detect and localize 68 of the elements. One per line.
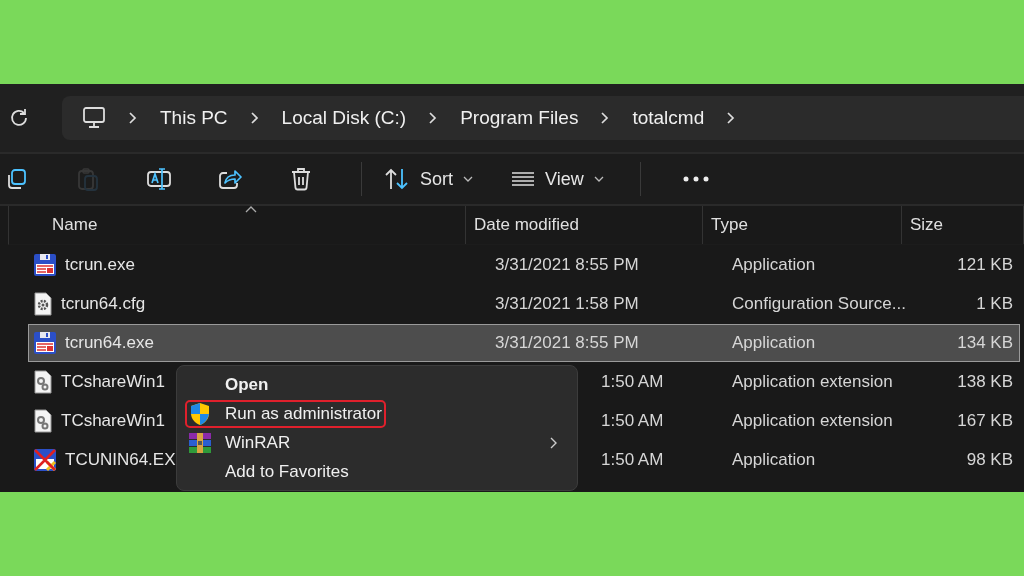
chevron-right-icon <box>600 111 611 125</box>
column-header[interactable]: Size <box>902 206 1024 244</box>
delete-icon <box>290 167 312 191</box>
breadcrumb-item[interactable]: This PC <box>160 107 228 129</box>
date-cell-text: 3/31/2021 8:55 PM <box>494 333 640 353</box>
crossed-floppy-icon <box>33 448 57 472</box>
file-name[interactable]: tcrun.exe <box>65 255 135 275</box>
type-cell-text: Configuration Source... <box>731 294 907 314</box>
paste-icon <box>77 167 99 191</box>
date-cell-text: 3/31/2021 1:58 PM <box>494 294 640 314</box>
sort-caret-icon <box>245 206 257 213</box>
books-stack-icon <box>188 431 212 454</box>
type-cell-text: Application <box>731 333 817 353</box>
refresh-icon[interactable] <box>8 107 30 129</box>
date-cell-text: 1:50 AM <box>600 450 665 470</box>
address-bar[interactable]: This PC Local Disk (C:) Program Files totalcmd <box>62 96 1024 140</box>
type-cell-text: Application extension <box>731 372 894 392</box>
breadcrumb-item[interactable]: Program Files <box>460 107 579 129</box>
size-cell-text: 134 KB <box>956 333 1014 353</box>
menu-item[interactable]: WinRAR <box>185 428 569 457</box>
date-cell-text: 1:50 AM <box>600 411 665 431</box>
file-name[interactable]: tcrun64.exe <box>65 333 154 353</box>
file-name[interactable]: TCUNIN64.EX <box>65 450 176 470</box>
copy-icon <box>6 168 28 190</box>
rename-icon <box>146 167 172 191</box>
menu-label: Add to Favorites <box>225 461 349 482</box>
chevron-right-icon <box>128 111 138 125</box>
chevron-right-icon <box>726 111 737 125</box>
settings-file-icon <box>33 292 53 316</box>
menu-item[interactable]: Run as administrator <box>185 399 569 428</box>
gears-file-icon <box>33 370 53 394</box>
menu-label: Run as administrator <box>225 403 382 424</box>
chevron-down-icon <box>593 176 604 182</box>
size-cell-text: 98 KB <box>965 450 1014 470</box>
file-name[interactable]: TCshareWin1 <box>61 411 165 431</box>
gears-file-icon <box>33 409 53 433</box>
column-header[interactable]: Name <box>9 206 466 244</box>
computer-icon <box>82 107 106 129</box>
sort-button[interactable]: Sort <box>372 162 485 196</box>
size-cell-text: 121 KB <box>956 255 1014 275</box>
menu-label: Open <box>225 374 269 395</box>
share-icon <box>218 168 242 190</box>
menu-item[interactable]: Open <box>185 370 569 399</box>
type-cell-text: Application <box>731 450 817 470</box>
type-cell-text: Application extension <box>731 411 894 431</box>
column-header[interactable]: Type <box>703 206 902 244</box>
size-cell-text: 138 KB <box>956 372 1014 392</box>
column-header[interactable]: Date modified <box>466 206 703 244</box>
file-name[interactable]: tcrun64.cfg <box>61 294 146 314</box>
more-icon <box>682 176 709 182</box>
type-cell-text: Application <box>731 255 817 275</box>
chevron-right-icon <box>428 111 439 125</box>
date-cell-text: 3/31/2021 8:55 PM <box>494 255 640 275</box>
file-name[interactable]: TCshareWin1 <box>61 372 165 392</box>
sort-icon <box>384 168 410 190</box>
size-cell-text: 1 KB <box>975 294 1014 314</box>
size-cell-text: 167 KB <box>956 411 1014 431</box>
date-cell-text: 1:50 AM <box>600 372 665 392</box>
breadcrumb-item[interactable]: Local Disk (C:) <box>281 107 407 129</box>
list-view-icon <box>511 171 535 187</box>
menu-item[interactable]: Add to Favorites <box>185 457 569 486</box>
selected-row[interactable]: tcrun64.exe 3/31/2021 8:55 PM Application 134 KB <box>28 324 1020 362</box>
chevron-right-icon <box>249 111 260 125</box>
shield-icon <box>188 401 212 426</box>
breadcrumb-item[interactable]: totalcmd <box>632 107 705 129</box>
menu-label: WinRAR <box>225 432 291 453</box>
chevron-down-icon <box>463 176 473 182</box>
view-button[interactable]: View <box>499 162 616 196</box>
